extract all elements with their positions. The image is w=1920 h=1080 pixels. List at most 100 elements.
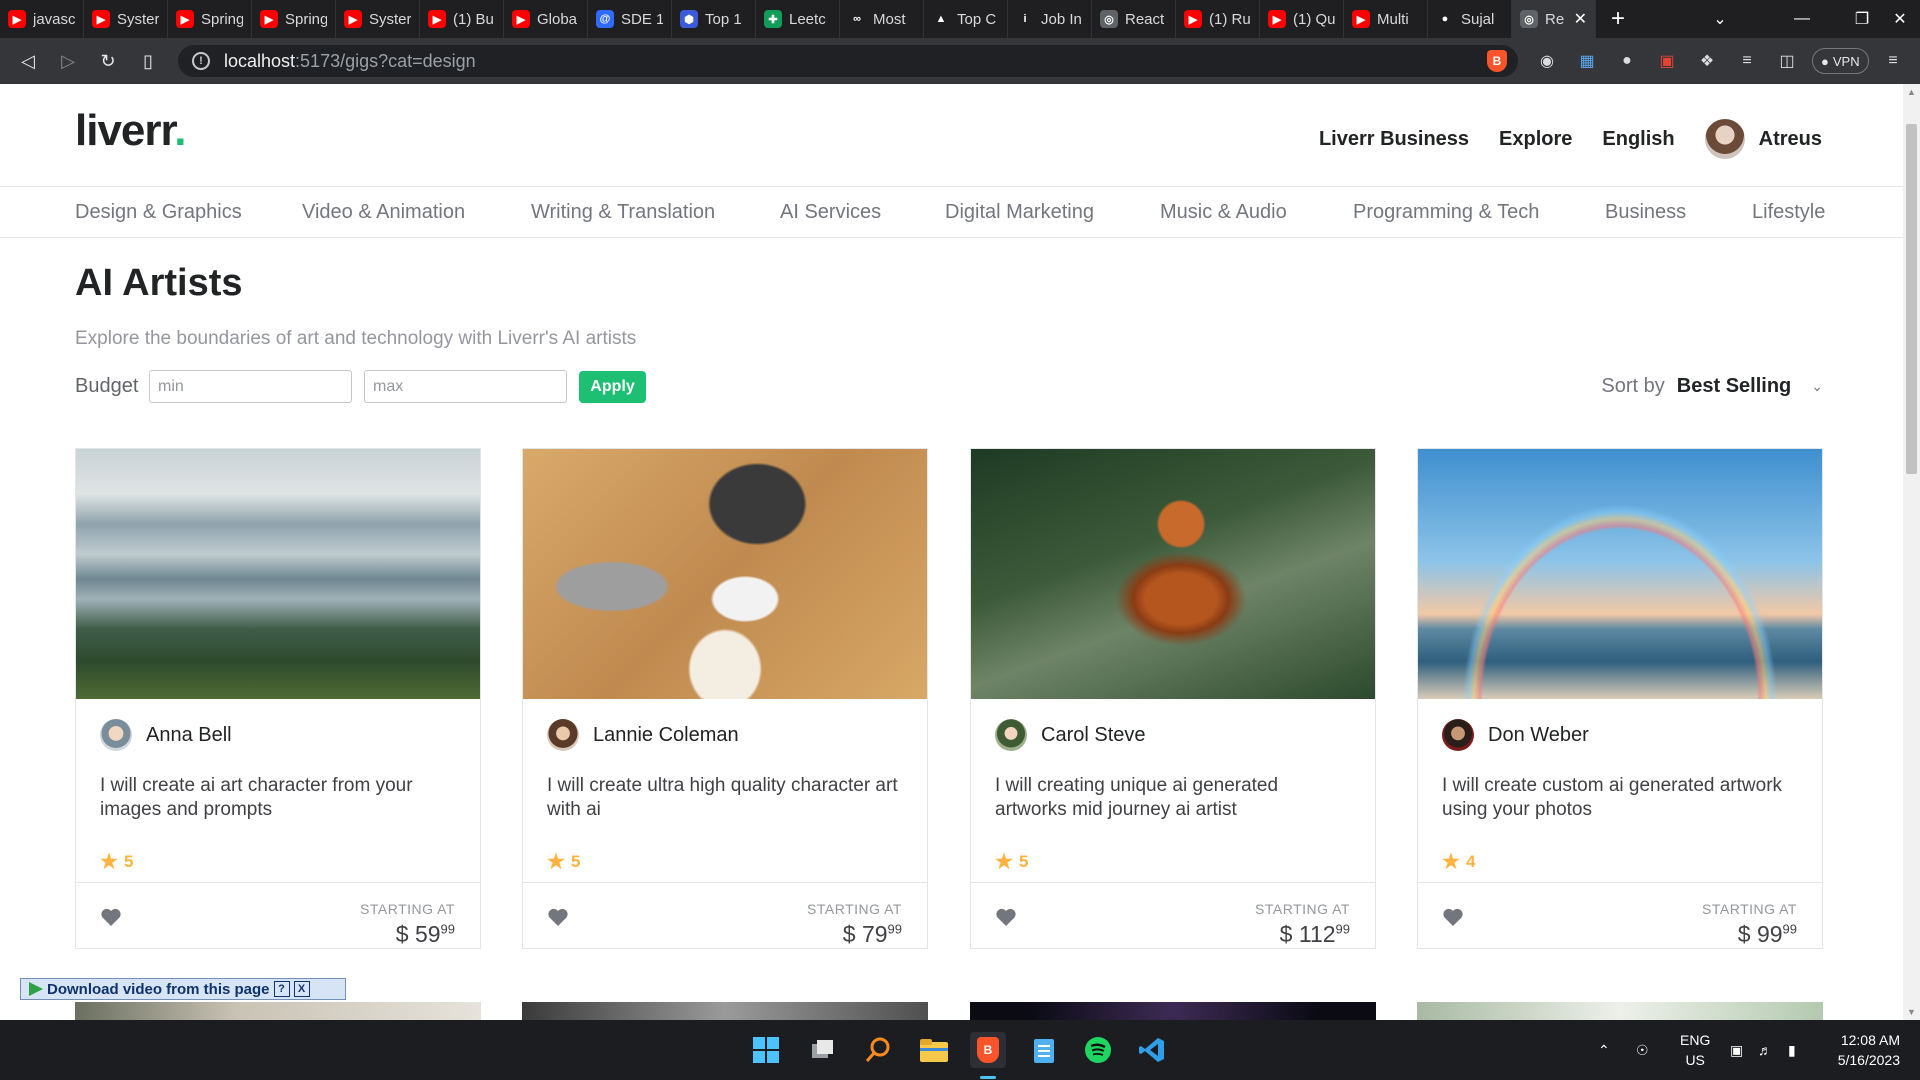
- browser-tab[interactable]: ∞ Most: [840, 0, 924, 38]
- category-link[interactable]: Business: [1605, 201, 1686, 224]
- gig-description[interactable]: I will create custom ai generated artwor…: [1442, 774, 1802, 822]
- gig-seller[interactable]: Don Weber: [1442, 719, 1589, 751]
- heart-icon[interactable]: [995, 907, 1017, 927]
- heart-icon[interactable]: [547, 907, 569, 927]
- gig-card-image-partial[interactable]: [970, 1002, 1376, 1020]
- reload-icon[interactable]: ↻: [88, 38, 128, 84]
- bookmark-icon[interactable]: ▯: [128, 38, 168, 84]
- display-icon[interactable]: ▣: [1730, 1020, 1743, 1080]
- browser-tab[interactable]: ⬢ Top 1: [672, 0, 756, 38]
- nav-explore-link[interactable]: Explore: [1499, 128, 1572, 151]
- extensions-puzzle-icon[interactable]: ❖: [1694, 48, 1720, 74]
- browser-tab[interactable]: i Job In: [1008, 0, 1092, 38]
- category-link[interactable]: Video & Animation: [302, 201, 465, 224]
- battery-icon[interactable]: ▮: [1788, 1020, 1796, 1080]
- scrollbar-thumb[interactable]: [1906, 124, 1917, 474]
- user-menu[interactable]: Atreus: [1704, 119, 1822, 159]
- gig-card[interactable]: Carol Steve I will creating unique ai gen…: [970, 448, 1376, 949]
- gig-image[interactable]: [1418, 449, 1822, 699]
- folder-icon[interactable]: ▦: [1574, 48, 1600, 74]
- gig-card[interactable]: Anna Bell I will create ai art character …: [75, 448, 481, 949]
- gig-seller[interactable]: Lannie Coleman: [547, 719, 739, 751]
- gig-image[interactable]: [76, 449, 480, 699]
- gig-description[interactable]: I will creating unique ai generated artw…: [995, 774, 1355, 822]
- scroll-up-icon[interactable]: ▲: [1903, 84, 1920, 100]
- gig-card[interactable]: Don Weber I will create custom ai generat…: [1417, 448, 1823, 949]
- apply-button[interactable]: Apply: [579, 371, 646, 403]
- gig-image[interactable]: [971, 449, 1375, 699]
- browser-tab[interactable]: ◎ Re ✕: [1512, 0, 1596, 38]
- system-clock[interactable]: 12:08 AM 5/16/2023: [1838, 1030, 1900, 1070]
- gig-card-image-partial[interactable]: [1417, 1002, 1823, 1020]
- spotify-icon[interactable]: [1080, 1032, 1116, 1068]
- input-language[interactable]: ENG US: [1680, 1030, 1710, 1070]
- scroll-down-icon[interactable]: ▼: [1903, 1004, 1920, 1020]
- budget-min-input[interactable]: [149, 370, 352, 403]
- gig-card-image-partial[interactable]: [522, 1002, 928, 1020]
- search-icon[interactable]: [860, 1032, 896, 1068]
- site-info-icon[interactable]: !: [192, 52, 210, 70]
- browser-tab[interactable]: ▶ javasc: [0, 0, 84, 38]
- page-scrollbar[interactable]: ▲ ▼: [1903, 84, 1920, 1020]
- browser-tab[interactable]: ▶ Syster: [84, 0, 168, 38]
- category-link[interactable]: Programming & Tech: [1353, 201, 1539, 224]
- gig-description[interactable]: I will create ai art character from your…: [100, 774, 460, 822]
- close-tab-icon[interactable]: ✕: [1574, 9, 1587, 29]
- site-logo[interactable]: liverr.: [75, 106, 186, 156]
- budget-max-input[interactable]: [364, 370, 567, 403]
- browser-tab[interactable]: ▶ Spring: [252, 0, 336, 38]
- category-link[interactable]: Music & Audio: [1160, 201, 1287, 224]
- gig-seller[interactable]: Carol Steve: [995, 719, 1146, 751]
- browser-tab[interactable]: ▶ (1) Bu: [420, 0, 504, 38]
- heart-icon[interactable]: [100, 907, 122, 927]
- help-icon[interactable]: ?: [273, 981, 290, 997]
- forward-icon[interactable]: ▷: [48, 38, 88, 84]
- network-status-icon[interactable]: ☉: [1636, 1020, 1649, 1080]
- file-explorer-icon[interactable]: [916, 1032, 952, 1068]
- browser-tab[interactable]: ◎ React: [1092, 0, 1176, 38]
- browser-menu-icon[interactable]: ≡: [1880, 48, 1906, 74]
- category-link[interactable]: AI Services: [780, 201, 881, 224]
- browser-tab[interactable]: @ SDE 1: [588, 0, 672, 38]
- heart-icon[interactable]: [1442, 907, 1464, 927]
- gig-card[interactable]: Lannie Coleman I will create ultra high q…: [522, 448, 928, 949]
- vpn-button[interactable]: ● VPN: [1812, 48, 1869, 74]
- gig-description[interactable]: I will create ultra high quality charact…: [547, 774, 907, 822]
- volume-icon[interactable]: ♬: [1758, 1020, 1772, 1080]
- browser-tab[interactable]: ▶ (1) Ru: [1176, 0, 1260, 38]
- gig-image[interactable]: [523, 449, 927, 699]
- sidebar-icon[interactable]: ◫: [1774, 48, 1800, 74]
- close-icon[interactable]: X: [293, 981, 310, 997]
- vscode-icon[interactable]: [1134, 1032, 1170, 1068]
- brave-shields-icon[interactable]: B: [1484, 48, 1510, 74]
- windows-start-icon[interactable]: [748, 1032, 784, 1068]
- category-link[interactable]: Design & Graphics: [75, 201, 242, 224]
- brave-browser-icon[interactable]: B: [970, 1032, 1006, 1068]
- address-bar[interactable]: ! localhost:5173/gigs?cat=design ↗: [178, 45, 1518, 77]
- category-link[interactable]: Digital Marketing: [945, 201, 1094, 224]
- tab-search-icon[interactable]: ⌄: [1690, 0, 1750, 38]
- nav-business-link[interactable]: Liverr Business: [1319, 128, 1469, 151]
- extension-grey-icon[interactable]: ●: [1614, 48, 1640, 74]
- media-queue-icon[interactable]: ≡: [1734, 48, 1760, 74]
- category-link[interactable]: Lifestyle: [1752, 201, 1825, 224]
- extension-red-icon[interactable]: ▣: [1654, 48, 1680, 74]
- minimize-icon[interactable]: —: [1772, 0, 1832, 38]
- gig-seller[interactable]: Anna Bell: [100, 719, 232, 751]
- new-tab-button[interactable]: +: [1596, 0, 1640, 38]
- browser-tab[interactable]: ▶ Multi: [1344, 0, 1428, 38]
- category-link[interactable]: Writing & Translation: [531, 201, 715, 224]
- download-video-bar[interactable]: Download video from this page ? X: [20, 978, 346, 1000]
- notepad-icon[interactable]: [1026, 1032, 1062, 1068]
- sort-dropdown[interactable]: Sort by Best Selling ⌄: [1601, 375, 1823, 398]
- reader-icon[interactable]: ◉: [1534, 48, 1560, 74]
- nav-language-link[interactable]: English: [1602, 128, 1674, 151]
- task-view-icon[interactable]: [804, 1032, 840, 1068]
- browser-tab[interactable]: ● Sujal: [1428, 0, 1512, 38]
- close-window-icon[interactable]: ✕: [1880, 0, 1920, 38]
- browser-tab[interactable]: ▶ Spring: [168, 0, 252, 38]
- back-icon[interactable]: ◁: [8, 38, 48, 84]
- gig-card-image-partial[interactable]: [75, 1002, 481, 1020]
- browser-tab[interactable]: ▶ (1) Qu: [1260, 0, 1344, 38]
- browser-tab[interactable]: ▶ Globa: [504, 0, 588, 38]
